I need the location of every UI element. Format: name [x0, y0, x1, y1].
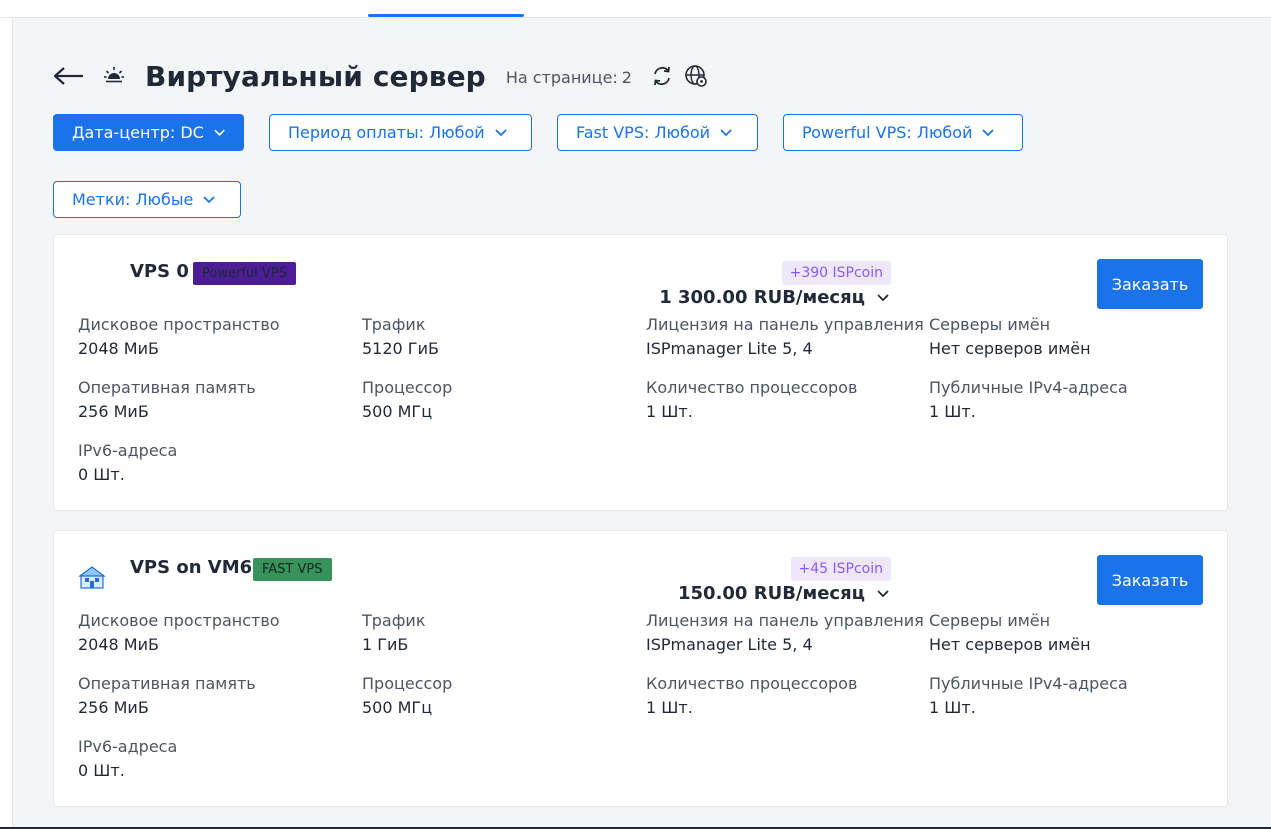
product-name: VPS on VM6 — [130, 557, 253, 578]
product-badge: FAST VPS — [253, 558, 332, 581]
spec-label: Процессор — [362, 378, 453, 397]
per-page-indicator: На странице: 2 — [506, 68, 632, 87]
chevron-down-icon — [214, 129, 225, 136]
spec-value: 256 МиБ — [78, 402, 149, 421]
order-button[interactable]: Заказать — [1097, 259, 1203, 309]
spec-value: 1 Шт. — [646, 698, 693, 717]
product-logo-icon — [78, 563, 106, 591]
product-card: VPS 0 Powerful VPS +390 ISPcoin 1 300.00… — [53, 234, 1228, 511]
spec-traffic: Трафик 1 ГиБ — [362, 609, 425, 657]
spec-value: 500 МГц — [362, 402, 433, 421]
spec-value: 0 Шт. — [78, 761, 125, 780]
spec-label: Лицензия на панель управления — [646, 315, 924, 334]
top-tab-bar — [0, 0, 1271, 18]
spec-value: 1 Шт. — [929, 698, 976, 717]
spec-ipv6: IPv6-адреса 0 Шт. — [78, 439, 177, 487]
product-price-value: 1 300.00 RUB/месяц — [659, 287, 865, 308]
filter-powerful-vps[interactable]: Powerful VPS: Любой — [783, 114, 1023, 151]
spec-nameservers: Серверы имён Нет серверов имён — [929, 609, 1091, 657]
spec-ipv4: Публичные IPv4-адреса 1 Шт. — [929, 376, 1128, 424]
spec-value: 500 МГц — [362, 698, 433, 717]
spec-cpu: Процессор 500 МГц — [362, 672, 452, 720]
filter-tags[interactable]: Метки: Любые — [53, 181, 241, 218]
spec-label: Трафик — [362, 315, 426, 334]
spec-label: Серверы имён — [929, 611, 1051, 630]
product-badge: Powerful VPS — [193, 262, 296, 285]
spec-label: Публичные IPv4-адреса — [929, 378, 1128, 397]
chevron-down-icon[interactable] — [877, 589, 889, 598]
spec-value: Нет серверов имён — [929, 635, 1091, 654]
spec-value: 5120 ГиБ — [362, 339, 439, 358]
spec-label: Серверы имён — [929, 315, 1051, 334]
spec-ram: Оперативная память 256 МиБ — [78, 376, 256, 424]
filter-payment-period[interactable]: Период оплаты: Любой — [269, 114, 532, 151]
spec-disk: Дисковое пространство 2048 МиБ — [78, 313, 280, 361]
ispcoin-bonus: +45 ISPcoin — [790, 557, 891, 581]
spec-value: 2048 МиБ — [78, 339, 159, 358]
per-page-value: 2 — [621, 67, 632, 87]
filter-fast-vps-label: Fast VPS: Любой — [576, 123, 711, 142]
ispcoin-bonus: +390 ISPcoin — [781, 261, 891, 285]
sun-icon — [103, 65, 125, 87]
spec-cpu-count: Количество процессоров 1 Шт. — [646, 376, 857, 424]
spec-label: Оперативная память — [78, 674, 256, 693]
spec-value: 1 Шт. — [646, 402, 693, 421]
filter-payment-period-label: Период оплаты: Любой — [288, 123, 485, 142]
spec-label: Процессор — [362, 674, 453, 693]
globe-settings-icon[interactable] — [684, 64, 708, 88]
spec-value: 1 ГиБ — [362, 635, 409, 654]
page-header: Виртуальный сервер На странице: 2 — [53, 58, 708, 94]
spec-label: IPv6-адреса — [78, 441, 178, 460]
spec-label: Дисковое пространство — [78, 315, 280, 334]
chevron-down-icon — [203, 195, 215, 203]
filter-datacenter-label: Дата-центр: DC — [72, 123, 204, 142]
page-title: Виртуальный сервер — [145, 59, 486, 93]
order-button[interactable]: Заказать — [1097, 555, 1203, 605]
spec-ipv4: Публичные IPv4-адреса 1 Шт. — [929, 672, 1128, 720]
spec-ram: Оперативная память 256 МиБ — [78, 672, 256, 720]
product-price-value: 150.00 RUB/месяц — [678, 583, 865, 604]
chevron-down-icon — [495, 128, 507, 136]
spec-license: Лицензия на панель управления ISPmanager … — [646, 313, 924, 361]
spec-label: Дисковое пространство — [78, 611, 280, 630]
filter-tags-label: Метки: Любые — [72, 190, 194, 209]
spec-license: Лицензия на панель управления ISPmanager … — [646, 609, 924, 657]
chevron-down-icon — [720, 128, 732, 136]
spec-value: 1 Шт. — [929, 402, 976, 421]
spec-cpu: Процессор 500 МГц — [362, 376, 452, 424]
spec-label: Количество процессоров — [646, 378, 858, 397]
per-page-label: На странице: — [505, 67, 618, 87]
main-content: Виртуальный сервер На странице: 2 Дата-ц… — [12, 18, 1271, 829]
spec-value: 0 Шт. — [78, 465, 125, 484]
active-tab-indicator — [368, 14, 524, 17]
product-name: VPS 0 — [130, 261, 189, 282]
spec-value: 2048 МиБ — [78, 635, 159, 654]
spec-label: Количество процессоров — [646, 674, 858, 693]
refresh-icon[interactable] — [650, 64, 674, 88]
product-card: VPS on VM6 FAST VPS +45 ISPcoin 150.00 R… — [53, 530, 1228, 807]
spec-label: Лицензия на панель управления — [646, 611, 924, 630]
spec-cpu-count: Количество процессоров 1 Шт. — [646, 672, 857, 720]
filter-fast-vps[interactable]: Fast VPS: Любой — [557, 114, 758, 151]
spec-label: IPv6-адреса — [78, 737, 178, 756]
filter-powerful-vps-label: Powerful VPS: Любой — [802, 123, 973, 142]
back-arrow-icon[interactable] — [53, 66, 85, 86]
product-price[interactable]: 1 300.00 RUB/месяц — [659, 287, 889, 308]
spec-value: 256 МиБ — [78, 698, 149, 717]
spec-traffic: Трафик 5120 ГиБ — [362, 313, 439, 361]
spec-value: Нет серверов имён — [929, 339, 1091, 358]
chevron-down-icon[interactable] — [877, 293, 889, 302]
spec-value: ISPmanager Lite 5, 4 — [646, 635, 813, 654]
spec-ipv6: IPv6-адреса 0 Шт. — [78, 735, 177, 783]
spec-label: Трафик — [362, 611, 426, 630]
spec-label: Оперативная память — [78, 378, 256, 397]
spec-value: ISPmanager Lite 5, 4 — [646, 339, 813, 358]
spec-nameservers: Серверы имён Нет серверов имён — [929, 313, 1091, 361]
chevron-down-icon — [982, 128, 995, 136]
spec-disk: Дисковое пространство 2048 МиБ — [78, 609, 280, 657]
filter-datacenter[interactable]: Дата-центр: DC — [53, 114, 244, 151]
spec-label: Публичные IPv4-адреса — [929, 674, 1128, 693]
product-price[interactable]: 150.00 RUB/месяц — [678, 583, 889, 604]
